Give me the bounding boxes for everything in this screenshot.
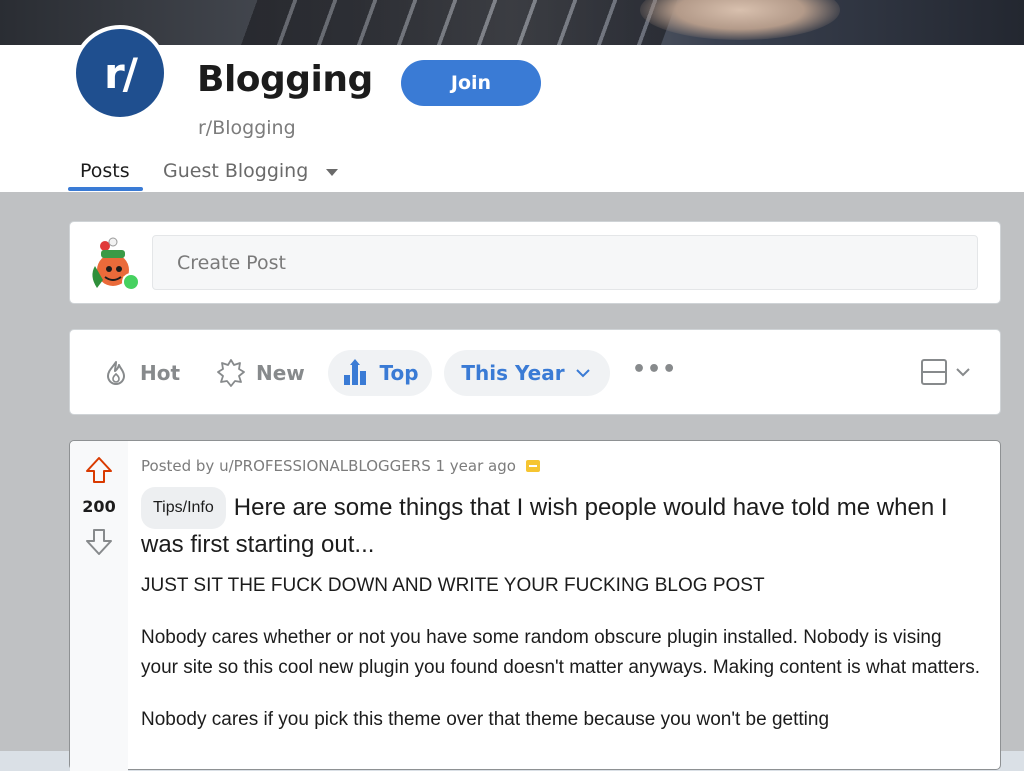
time-range-label: This Year bbox=[461, 361, 565, 385]
time-range-dropdown[interactable]: This Year bbox=[444, 350, 610, 396]
post-card[interactable]: 200 Posted by u/PROFESSIONALBLOGGERS 1 y… bbox=[69, 440, 1001, 771]
more-options-button[interactable]: ••• bbox=[632, 346, 677, 392]
active-tab-indicator bbox=[68, 187, 143, 191]
caret-down-icon bbox=[326, 169, 339, 176]
chevron-down-icon bbox=[956, 368, 970, 377]
chevron-down-icon bbox=[575, 369, 590, 378]
more-options-label: ••• bbox=[632, 356, 678, 382]
vote-column: 200 bbox=[70, 441, 128, 771]
upvote-arrow-icon[interactable] bbox=[84, 455, 114, 485]
tab-guest-blogging-label: Guest Blogging bbox=[163, 160, 309, 182]
create-post-card bbox=[69, 221, 1001, 304]
sort-top-label: Top bbox=[379, 361, 419, 385]
view-layout-toggle[interactable] bbox=[920, 358, 972, 386]
post-title-text: Here are some things that I wish people … bbox=[141, 494, 948, 558]
subreddit-avatar[interactable]: r/ bbox=[72, 25, 168, 121]
top-chart-icon bbox=[344, 359, 367, 385]
downvote-arrow-icon[interactable] bbox=[84, 527, 114, 557]
layout-card-icon bbox=[921, 359, 947, 385]
feed-area: Hot New Top This Year ••• bbox=[0, 192, 1024, 771]
sort-top-button[interactable]: Top bbox=[328, 350, 432, 396]
sort-hot-label: Hot bbox=[140, 361, 181, 385]
new-burst-icon bbox=[217, 359, 245, 387]
flame-icon bbox=[107, 361, 125, 385]
post-paragraph: JUST SIT THE FUCK DOWN AND WRITE YOUR FU… bbox=[141, 575, 765, 596]
tab-posts[interactable]: Posts bbox=[80, 160, 130, 182]
sort-new-label: New bbox=[256, 361, 305, 385]
post-meta-text: Posted by u/PROFESSIONALBLOGGERS 1 year … bbox=[141, 457, 516, 475]
post-body: JUST SIT THE FUCK DOWN AND WRITE YOUR FU… bbox=[141, 571, 981, 757]
post-paragraph: Nobody cares if you pick this theme over… bbox=[141, 709, 830, 730]
join-button[interactable]: Join bbox=[401, 60, 541, 106]
award-icon bbox=[525, 460, 540, 472]
sort-hot-button[interactable]: Hot bbox=[102, 350, 180, 396]
post-title[interactable]: Tips/Info Here are some things that I wis… bbox=[141, 487, 981, 561]
subreddit-name: r/Blogging bbox=[198, 117, 296, 139]
vote-count: 200 bbox=[82, 497, 116, 516]
create-post-input[interactable] bbox=[152, 235, 978, 290]
post-meta: Posted by u/PROFESSIONALBLOGGERS 1 year … bbox=[141, 457, 540, 475]
tab-posts-label: Posts bbox=[80, 160, 130, 182]
tab-guest-blogging[interactable]: Guest Blogging bbox=[163, 160, 339, 182]
post-flair[interactable]: Tips/Info bbox=[141, 487, 226, 529]
sort-new-button[interactable]: New bbox=[216, 350, 305, 396]
sort-bar: Hot New Top This Year ••• bbox=[69, 329, 1001, 415]
subreddit-header: r/ Blogging r/Blogging Join Posts Guest … bbox=[0, 25, 1024, 192]
online-status-dot bbox=[122, 273, 140, 291]
post-paragraph: Nobody cares whether or not you have som… bbox=[141, 627, 980, 678]
subreddit-avatar-text: r/ bbox=[103, 48, 138, 98]
subreddit-title: Blogging bbox=[197, 59, 373, 100]
